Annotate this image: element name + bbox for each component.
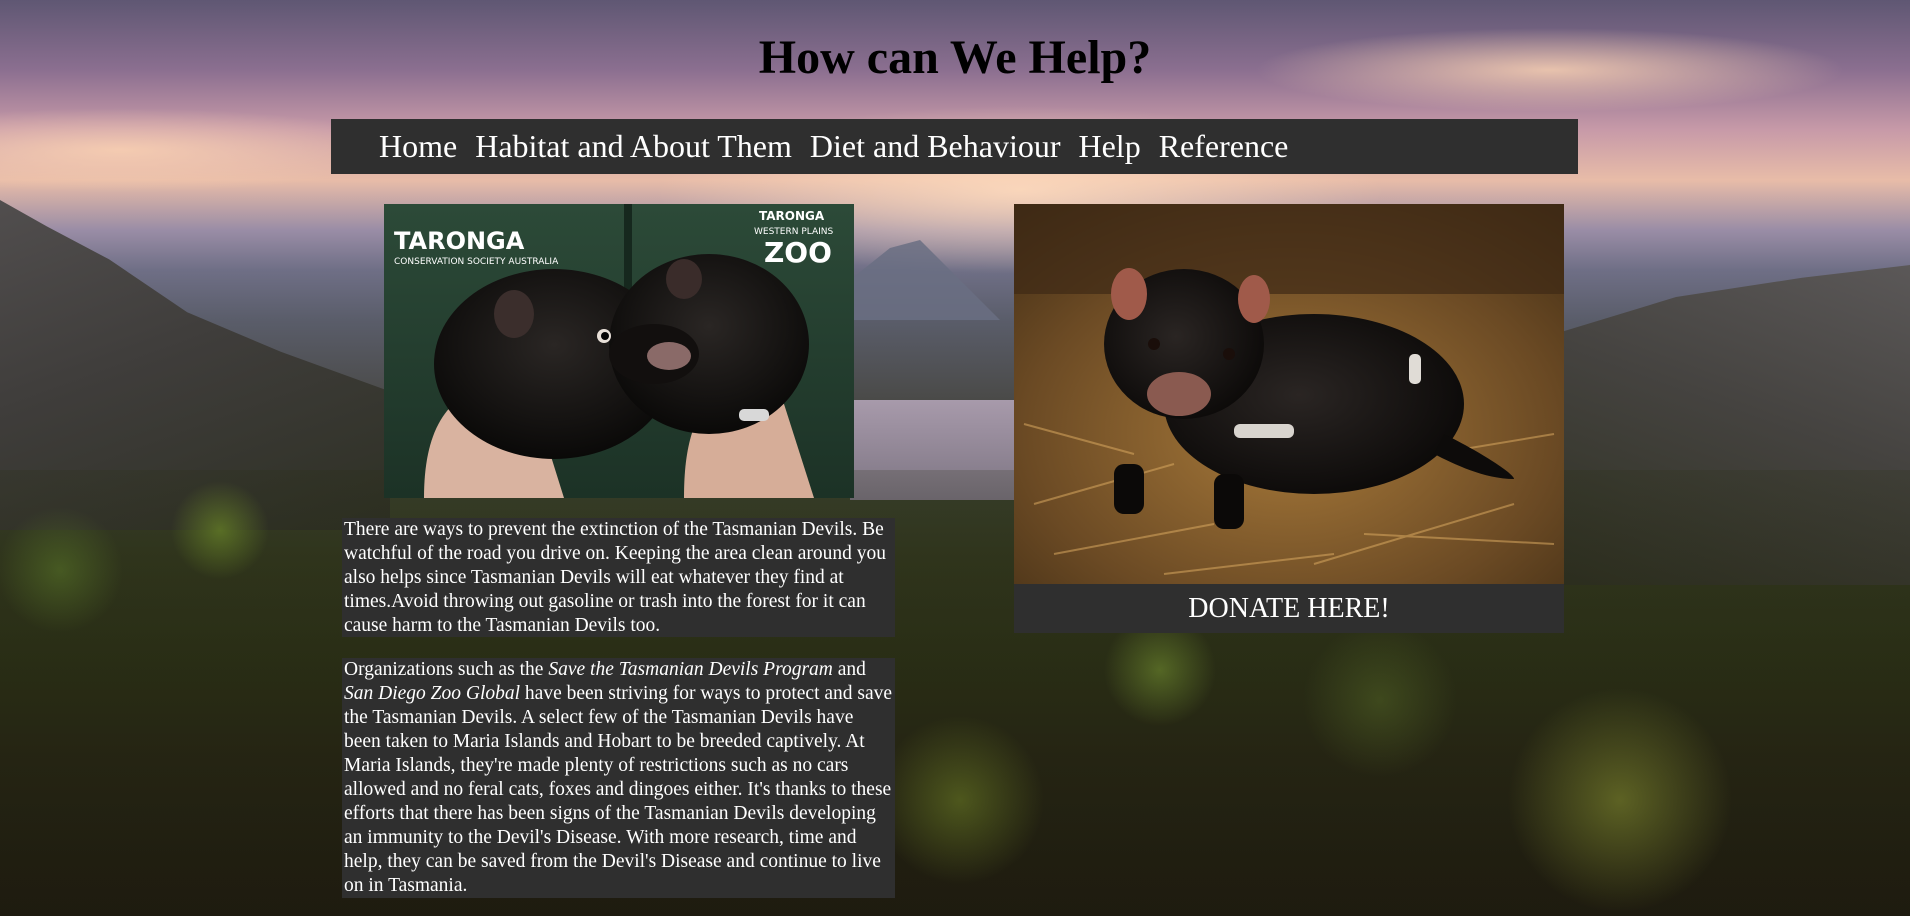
org-text-1: Organizations such as the	[344, 659, 549, 680]
joeys-photo-image: TARONGA CONSERVATION SOCIETY AUSTRALIA T…	[384, 204, 854, 498]
page-title: How can We Help?	[758, 31, 1152, 84]
nav-item-home[interactable]: Home	[379, 128, 457, 165]
org-zoo-name: San Diego Zoo Global	[344, 683, 521, 704]
prevention-text: There are ways to prevent the extinction…	[344, 519, 887, 636]
org-text-3: have been striving for ways to protect a…	[344, 683, 893, 896]
nav-item-habitat[interactable]: Habitat and About Them	[475, 128, 792, 165]
vegetation	[0, 470, 1910, 916]
org-program-name: Save the Tasmanian Devils Program	[548, 659, 833, 680]
organizations-paragraph: Organizations such as the Save the Tasma…	[342, 658, 895, 898]
nav-item-diet[interactable]: Diet and Behaviour	[810, 128, 1061, 165]
main-nav: Home Habitat and About Them Diet and Beh…	[331, 119, 1578, 174]
zoo-patch-top: TARONGA	[759, 209, 825, 223]
org-text-2: and	[832, 659, 866, 680]
taronga-logo-text: TARONGA	[394, 227, 525, 255]
nav-item-reference[interactable]: Reference	[1159, 128, 1289, 165]
nav-item-help[interactable]: Help	[1078, 128, 1140, 165]
taronga-logo-sub: CONSERVATION SOCIETY AUSTRALIA	[394, 257, 559, 267]
devil-photo-image	[1014, 204, 1564, 584]
donate-button[interactable]: DONATE HERE!	[1014, 584, 1564, 633]
zoo-patch-big: ZOO	[764, 236, 832, 269]
joeys-photo: TARONGA CONSERVATION SOCIETY AUSTRALIA T…	[384, 204, 854, 498]
prevention-paragraph: There are ways to prevent the extinction…	[342, 518, 895, 637]
devil-photo	[1014, 204, 1564, 584]
